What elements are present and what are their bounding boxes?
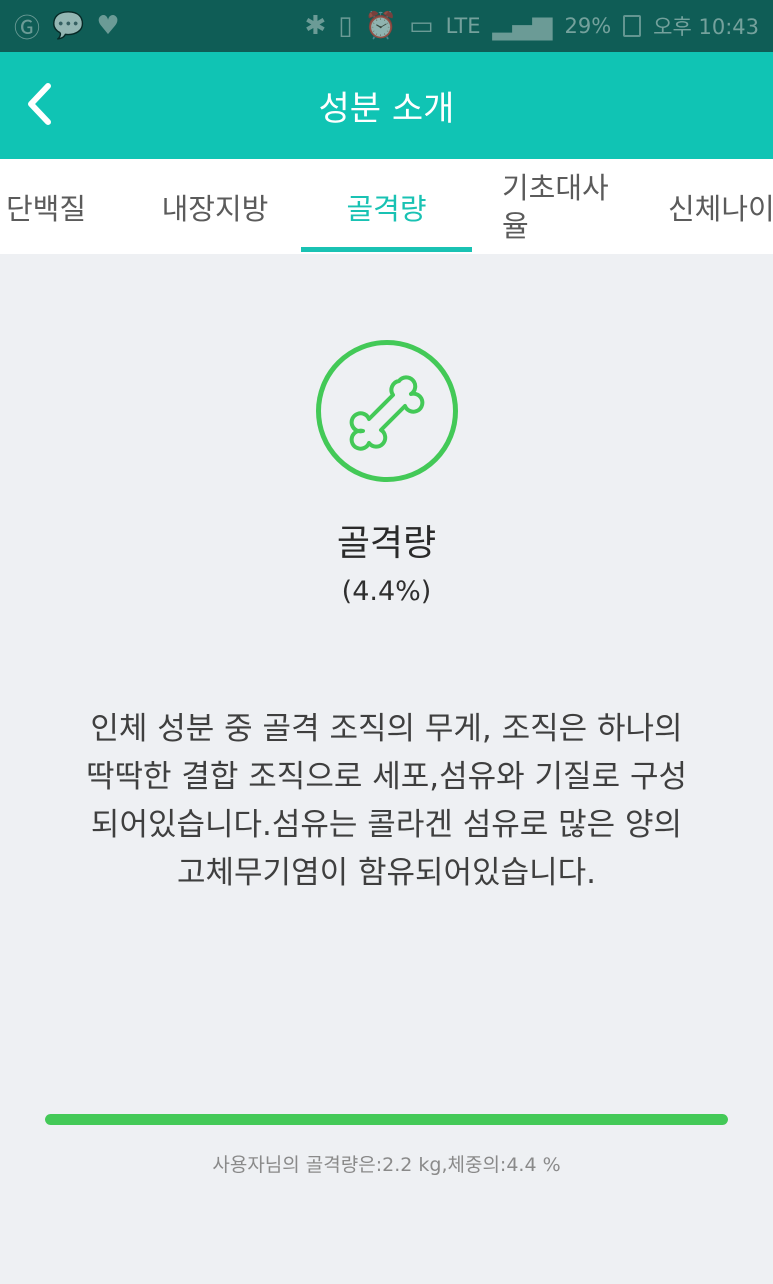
talk-icon: 💬 [52, 11, 85, 41]
tab-label: 내장지방 [161, 191, 269, 226]
bluetooth-icon: ✱ [304, 11, 327, 41]
alarm-icon: ⏰ [364, 11, 397, 41]
tab-bar: 단백질 내장지방 골격량 기초대사율 신체나이 [0, 159, 773, 254]
metric-percentage: (4.4%) [341, 576, 432, 607]
tab-label: 신체나이 [668, 191, 773, 226]
progress-bar [45, 1114, 728, 1125]
metric-description: 인체 성분 중 골격 조직의 무게, 조직은 하나의 딱딱한 결합 조직으로 세… [85, 711, 687, 891]
status-bar-right: ✱ ▯ ⏰ ▭ LTE ▂▄▆ 29% 오후 10:43 [305, 11, 760, 41]
tab-protein[interactable]: 단백질 [0, 159, 96, 254]
app-bar: 성분 소개 [0, 52, 773, 159]
clock: 오후 10:43 [653, 15, 759, 39]
status-bar: Ⓖ 💬 ♥ ✱ ▯ ⏰ ▭ LTE ▂▄▆ 29% 오후 10:43 [0, 0, 773, 52]
hd-icon: ▭ [408, 11, 434, 41]
metric-summary: 사용자님의 골격량은:2.2 kg,체중의:4.4 % [212, 1154, 561, 1176]
tab-label: 기초대사율 [502, 170, 609, 243]
page-title: 성분 소개 [318, 89, 455, 129]
tab-body-age[interactable]: 신체나이 [668, 159, 773, 254]
tab-skeletal-mass[interactable]: 골격량 [301, 159, 472, 254]
battery-percent: 29% [564, 14, 612, 38]
bone-icon [349, 375, 425, 451]
tab-label: 골격량 [346, 191, 427, 226]
active-tab-indicator [301, 247, 472, 252]
tab-label: 단백질 [5, 191, 87, 226]
g-app-icon: Ⓖ [14, 13, 41, 44]
status-bar-left: Ⓖ 💬 ♥ [14, 8, 120, 45]
back-button[interactable] [10, 74, 70, 134]
vibrate-icon: ▯ [338, 11, 353, 41]
network-indicator: LTE [445, 14, 481, 38]
tab-basal-metabolic-rate[interactable]: 기초대사율 [497, 159, 627, 254]
tab-visceral-fat[interactable]: 내장지방 [130, 159, 300, 254]
metric-badge [316, 340, 458, 482]
signal-icon: ▂▄▆ [492, 11, 553, 41]
metric-name: 골격량 [336, 523, 437, 564]
chevron-left-icon [28, 83, 51, 125]
heart-icon: ♥ [96, 11, 120, 41]
battery-icon [623, 15, 642, 37]
progress-bar-fill [45, 1114, 728, 1125]
